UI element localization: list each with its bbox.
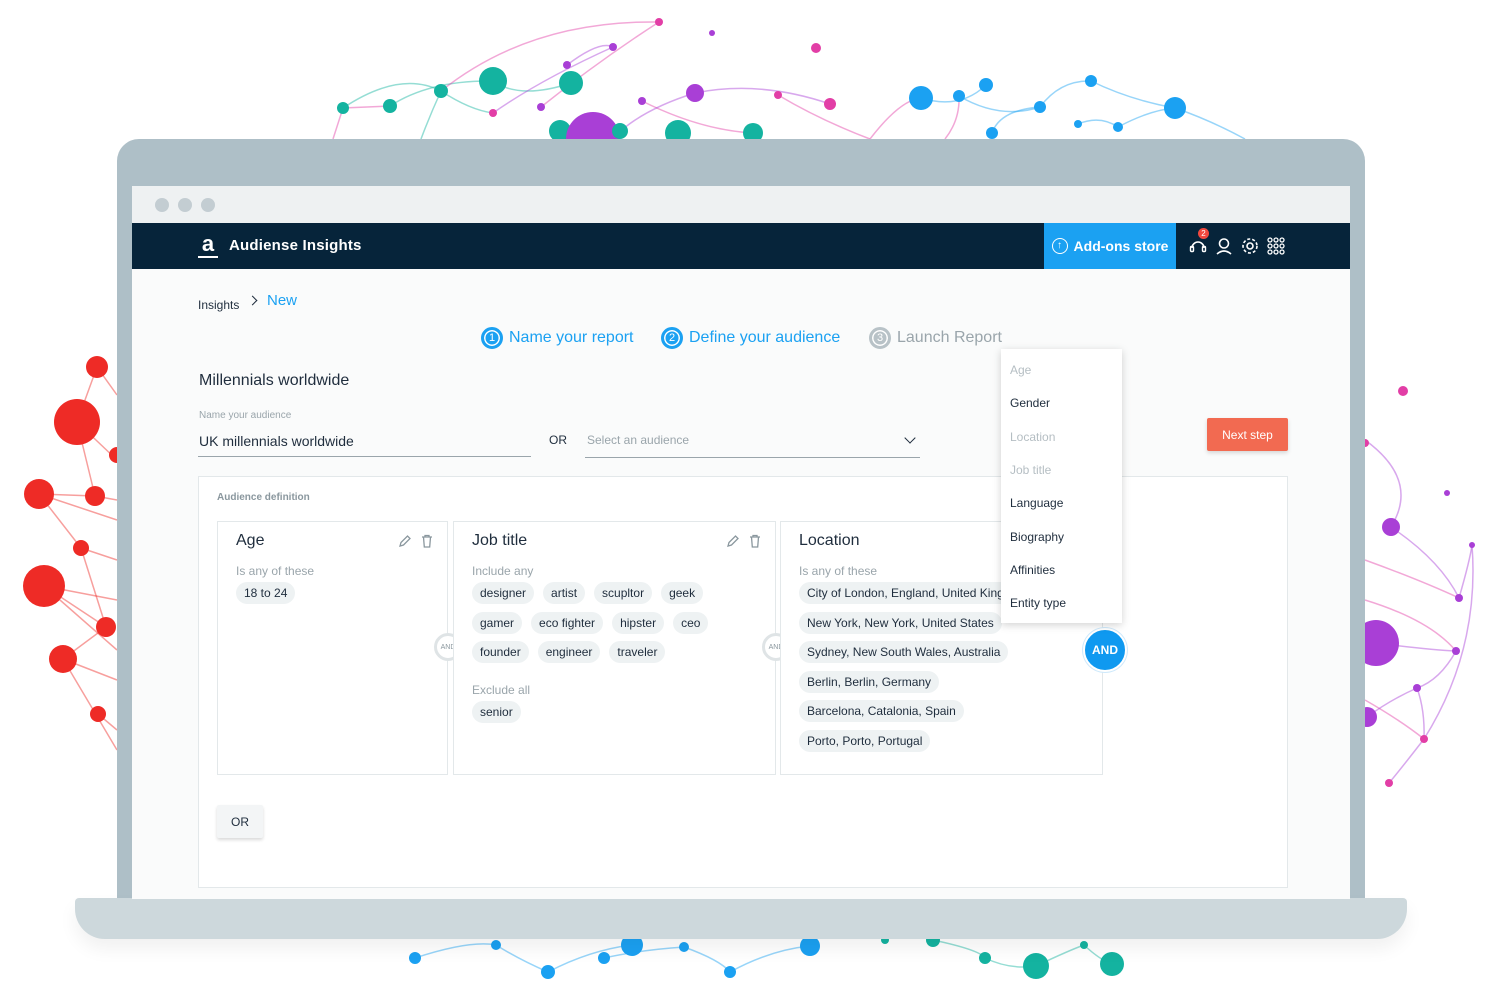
menu-item-age: Age xyxy=(1010,363,1032,377)
or-label: OR xyxy=(549,433,567,447)
chip[interactable]: New York, New York, United States xyxy=(799,611,1002,634)
chip[interactable]: gamer xyxy=(472,611,523,634)
app-screen: a Audiense Insights ↑ Add-ons store 2 In… xyxy=(132,186,1350,899)
breadcrumb-insights-link[interactable]: Insights xyxy=(198,298,239,312)
laptop-base xyxy=(75,898,1407,939)
chip[interactable]: ceo xyxy=(673,611,709,634)
menu-item-affinities[interactable]: Affinities xyxy=(1010,563,1055,577)
chip[interactable]: eco fighter xyxy=(531,611,604,634)
select-audience-dropdown[interactable]: Select an audience xyxy=(585,426,920,458)
addons-store-label: Add-ons store xyxy=(1073,238,1169,254)
include-chips: designer artist scupltor geek gamer eco … xyxy=(472,582,742,671)
step-name-report[interactable]: 1 Name your report xyxy=(481,327,634,349)
notification-badge: 2 xyxy=(1198,228,1209,239)
window-chrome xyxy=(132,186,1350,223)
audience-field-label: Name your audience xyxy=(199,410,292,421)
audiense-logo-icon[interactable]: a xyxy=(198,233,218,259)
chip[interactable]: traveler xyxy=(609,641,666,663)
chevron-right-icon xyxy=(247,295,258,306)
step-launch-report[interactable]: 3 Launch Report xyxy=(869,327,1002,349)
card-condition: Is any of these xyxy=(799,564,878,578)
user-icon[interactable] xyxy=(1214,236,1234,256)
include-label: Include any xyxy=(472,564,534,578)
menu-item-entity-type[interactable]: Entity type xyxy=(1010,596,1066,610)
chip[interactable]: Barcelona, Catalonia, Spain xyxy=(799,700,964,722)
attribute-dropdown-menu: Age Gender Location Job title Language B… xyxy=(1001,349,1122,623)
menu-item-job-title: Job title xyxy=(1010,463,1052,477)
report-title: Millennials worldwide xyxy=(199,372,350,389)
chip[interactable]: Berlin, Berlin, Germany xyxy=(799,670,940,693)
location-chips: City of London, England, United Kingdom … xyxy=(799,582,1037,759)
breadcrumb-current: New xyxy=(267,292,298,309)
trash-icon[interactable] xyxy=(748,534,762,548)
upload-circle-icon: ↑ xyxy=(1051,238,1068,254)
chip[interactable]: geek xyxy=(661,582,704,604)
chevron-down-icon xyxy=(904,432,916,444)
age-card: Age Is any of these 18 to 24 xyxy=(217,521,448,775)
menu-item-biography[interactable]: Biography xyxy=(1010,530,1064,544)
chip[interactable]: hipster xyxy=(612,611,665,634)
apps-grid-icon[interactable] xyxy=(1266,236,1286,256)
menu-item-language[interactable]: Language xyxy=(1010,496,1063,510)
chip[interactable]: designer xyxy=(472,582,535,604)
chip[interactable]: Sydney, New South Wales, Australia xyxy=(799,641,1009,663)
step-number: 1 xyxy=(481,327,503,349)
pencil-icon[interactable] xyxy=(398,534,412,548)
menu-item-location: Location xyxy=(1010,430,1056,444)
step-number: 3 xyxy=(869,327,891,349)
step-label: Name your report xyxy=(509,329,634,346)
chip[interactable]: senior xyxy=(472,701,521,723)
step-label: Define your audience xyxy=(689,329,841,346)
window-dot-close[interactable] xyxy=(155,198,169,212)
job-title-card: Job title Include any designer artist sc… xyxy=(453,521,776,775)
card-title: Age xyxy=(236,532,265,549)
next-step-button[interactable]: Next step xyxy=(1207,418,1288,451)
addons-store-button[interactable]: ↑ Add-ons store xyxy=(1044,223,1176,269)
chip[interactable]: Porto, Porto, Portugal xyxy=(799,729,931,752)
chip[interactable]: scupltor xyxy=(594,582,653,604)
audience-definition-title: Audience definition xyxy=(217,492,310,503)
card-title: Location xyxy=(799,532,860,549)
step-define-audience[interactable]: 2 Define your audience xyxy=(661,327,840,349)
menu-item-gender[interactable]: Gender xyxy=(1010,396,1050,410)
chip[interactable]: artist xyxy=(543,582,586,604)
pencil-icon[interactable] xyxy=(726,534,740,548)
audience-name-input[interactable] xyxy=(198,426,531,457)
window-dot-minimize[interactable] xyxy=(178,198,192,212)
card-title: Job title xyxy=(472,532,528,549)
audience-definition-panel: Audience definition Age Is any of these … xyxy=(198,476,1288,888)
app-name[interactable]: Audiense Insights xyxy=(229,237,362,254)
chip[interactable]: engineer xyxy=(537,641,601,663)
support-icon[interactable] xyxy=(1188,236,1208,256)
app-header: a Audiense Insights ↑ Add-ons store 2 xyxy=(132,223,1350,269)
exclude-chips: senior xyxy=(472,701,732,731)
add-or-group-button[interactable]: OR xyxy=(217,805,263,838)
step-number: 2 xyxy=(661,327,683,349)
chip[interactable]: 18 to 24 xyxy=(236,582,296,604)
exclude-label: Exclude all xyxy=(472,683,531,697)
chip[interactable]: founder xyxy=(472,641,529,663)
gear-icon[interactable] xyxy=(1240,236,1260,256)
add-and-condition-button[interactable]: AND xyxy=(1083,628,1127,672)
select-audience-placeholder: Select an audience xyxy=(587,433,690,447)
card-condition: Is any of these xyxy=(236,564,315,578)
window-dot-maximize[interactable] xyxy=(201,198,215,212)
step-label: Launch Report xyxy=(897,329,1002,346)
trash-icon[interactable] xyxy=(420,534,434,548)
